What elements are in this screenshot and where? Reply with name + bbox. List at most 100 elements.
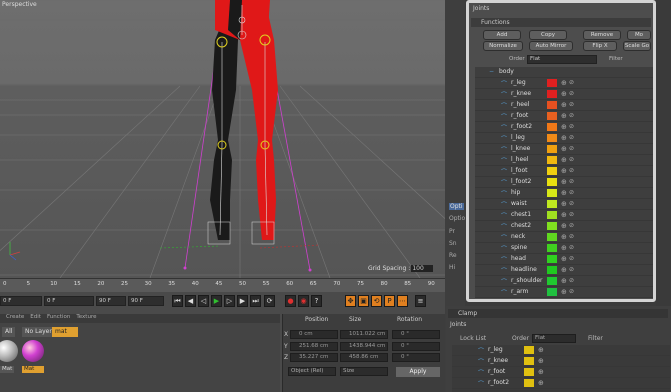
chain-icon[interactable]: ⊘ xyxy=(569,167,574,174)
rotate-key-button[interactable]: ⟲ xyxy=(371,295,382,307)
apply-button[interactable]: Apply xyxy=(396,367,440,377)
chain-icon[interactable]: ⊘ xyxy=(569,233,574,240)
list-item[interactable]: ⌒ r_arm ⊕ ⊘ xyxy=(475,287,653,298)
chain-icon[interactable]: ⊘ xyxy=(569,277,574,284)
lock-icon[interactable]: ⊕ xyxy=(561,244,567,252)
list-item[interactable]: ⌒ l_foot ⊕ ⊘ xyxy=(475,166,653,177)
autokey-button[interactable]: ◉ xyxy=(298,295,309,307)
list-item[interactable]: ⌒ neck ⊕ ⊘ xyxy=(475,232,653,243)
joint-color-swatch[interactable] xyxy=(547,101,557,109)
lock-icon[interactable]: ⊕ xyxy=(538,357,544,365)
list-item[interactable]: ⌒ r_foot2 ⊕ ⊘ xyxy=(475,122,653,133)
filter-mat-chip[interactable]: mat xyxy=(52,327,78,337)
record-button[interactable]: ● xyxy=(285,295,296,307)
list-item[interactable]: ⌒ r_knee ⊕ xyxy=(452,356,670,367)
current-frame-field[interactable]: 0 F xyxy=(0,296,42,306)
lock-icon[interactable]: ⊕ xyxy=(561,222,567,230)
first-frame-button[interactable]: ⏮ xyxy=(172,295,183,307)
chain-icon[interactable]: ⊘ xyxy=(569,112,574,119)
lock-icon[interactable]: ⊕ xyxy=(538,379,544,387)
pos-z-field[interactable]: 35.227 cm xyxy=(290,353,338,362)
next-key-button[interactable]: ▶ xyxy=(237,295,248,307)
chain-icon[interactable]: ⊘ xyxy=(569,288,574,295)
pos-x-field[interactable]: 0 cm xyxy=(290,330,338,339)
lock-icon[interactable]: ⊕ xyxy=(561,101,567,109)
joint-color-swatch[interactable] xyxy=(547,112,557,120)
scale-go-button[interactable]: Scale Go xyxy=(623,41,651,51)
chain-icon[interactable]: ⊘ xyxy=(569,211,574,218)
lower-order-dropdown[interactable]: Flat xyxy=(532,334,576,343)
list-item[interactable]: ⌒ chest1 ⊕ ⊘ xyxy=(475,210,653,221)
joint-color-swatch[interactable] xyxy=(547,123,557,131)
chain-icon[interactable]: ⊘ xyxy=(569,178,574,185)
list-item[interactable]: ⌒ spine ⊕ ⊘ xyxy=(475,243,653,254)
chain-icon[interactable]: ⊘ xyxy=(569,90,574,97)
functions-section[interactable]: Functions xyxy=(471,18,651,27)
remove-button[interactable]: Remove xyxy=(583,30,621,40)
tree-expand-icon[interactable]: − xyxy=(489,68,497,76)
prev-frame-button[interactable]: ◁ xyxy=(198,295,209,307)
size-y-field[interactable]: 1438.944 cm xyxy=(340,342,388,351)
material-sphere-2[interactable] xyxy=(22,340,44,362)
list-item[interactable]: ⌒ l_heel ⊕ ⊘ xyxy=(475,155,653,166)
joint-color-swatch[interactable] xyxy=(547,233,557,241)
param-key-button[interactable]: P xyxy=(384,295,395,307)
joint-color-swatch[interactable] xyxy=(524,357,534,365)
joint-color-swatch[interactable] xyxy=(547,244,557,252)
size-mode-dropdown[interactable]: Size xyxy=(340,367,388,376)
pla-key-button[interactable]: ⋯ xyxy=(397,295,408,307)
timeline-ruler[interactable]: 0 5 10 15 20 25 30 35 40 45 50 55 60 65 70 75 80 85 90 xyxy=(0,278,445,292)
joint-color-swatch[interactable] xyxy=(547,79,557,87)
list-item[interactable]: − body xyxy=(475,67,653,78)
chain-icon[interactable]: ⊘ xyxy=(569,222,574,229)
joint-color-swatch[interactable] xyxy=(547,189,557,197)
joint-color-swatch[interactable] xyxy=(547,145,557,153)
joint-color-swatch[interactable] xyxy=(547,288,557,296)
list-item[interactable]: ⌒ chest2 ⊕ ⊘ xyxy=(475,221,653,232)
filter-nolayer-chip[interactable]: No Layer xyxy=(22,327,55,337)
list-item[interactable]: ⌒ head ⊕ ⊘ xyxy=(475,254,653,265)
filter-all-chip[interactable]: All xyxy=(2,327,16,337)
lock-icon[interactable]: ⊕ xyxy=(538,346,544,354)
lock-icon[interactable]: ⊕ xyxy=(561,211,567,219)
lock-icon[interactable]: ⊕ xyxy=(561,167,567,175)
play-button[interactable]: ▶ xyxy=(211,295,222,307)
lock-icon[interactable]: ⊕ xyxy=(561,200,567,208)
chain-icon[interactable]: ⊘ xyxy=(569,145,574,152)
chain-icon[interactable]: ⊘ xyxy=(569,123,574,130)
clamp-section[interactable]: Clamp xyxy=(448,309,668,318)
lock-icon[interactable]: ⊕ xyxy=(561,112,567,120)
list-item[interactable]: ⌒ r_heel ⊕ ⊘ xyxy=(475,100,653,111)
lock-icon[interactable]: ⊕ xyxy=(561,255,567,263)
copy-button[interactable]: Copy xyxy=(529,30,567,40)
max-frame-field[interactable]: 90 F xyxy=(96,296,126,306)
chain-icon[interactable]: ⊘ xyxy=(569,200,574,207)
lock-icon[interactable]: ⊕ xyxy=(561,145,567,153)
lock-icon[interactable]: ⊕ xyxy=(561,178,567,186)
last-frame-button[interactable]: ⏭ xyxy=(250,295,261,307)
list-item[interactable]: ⌒ r_leg ⊕ ⊘ xyxy=(475,78,653,89)
joint-color-swatch[interactable] xyxy=(524,368,534,376)
joint-color-swatch[interactable] xyxy=(547,200,557,208)
chain-icon[interactable]: ⊘ xyxy=(569,79,574,86)
menu-texture[interactable]: Texture xyxy=(76,314,96,323)
lock-icon[interactable]: ⊕ xyxy=(561,90,567,98)
rot-p-field[interactable]: 0 ° xyxy=(392,342,440,351)
loop-button[interactable]: ⟳ xyxy=(264,295,275,307)
list-item[interactable]: ⌒ r_foot2 ⊕ xyxy=(452,378,670,389)
list-item[interactable]: ⌒ r_knee ⊕ ⊘ xyxy=(475,89,653,100)
timeline-menu-button[interactable]: ≡ xyxy=(415,295,426,307)
list-item[interactable]: ⌒ r_leg ⊕ xyxy=(452,345,670,356)
joint-color-swatch[interactable] xyxy=(547,156,557,164)
scale-key-button[interactable]: ▣ xyxy=(358,295,369,307)
chain-icon[interactable]: ⊘ xyxy=(569,255,574,262)
chain-icon[interactable]: ⊘ xyxy=(569,266,574,273)
lock-icon[interactable]: ⊕ xyxy=(538,368,544,376)
keyframe-selection-button[interactable]: ? xyxy=(311,295,322,307)
chain-icon[interactable]: ⊘ xyxy=(569,189,574,196)
move-key-button[interactable]: ✥ xyxy=(345,295,356,307)
joint-color-swatch[interactable] xyxy=(547,266,557,274)
normalize-button[interactable]: Normalize xyxy=(483,41,523,51)
preview-max-field[interactable]: 90 F xyxy=(128,296,164,306)
lock-icon[interactable]: ⊕ xyxy=(561,189,567,197)
